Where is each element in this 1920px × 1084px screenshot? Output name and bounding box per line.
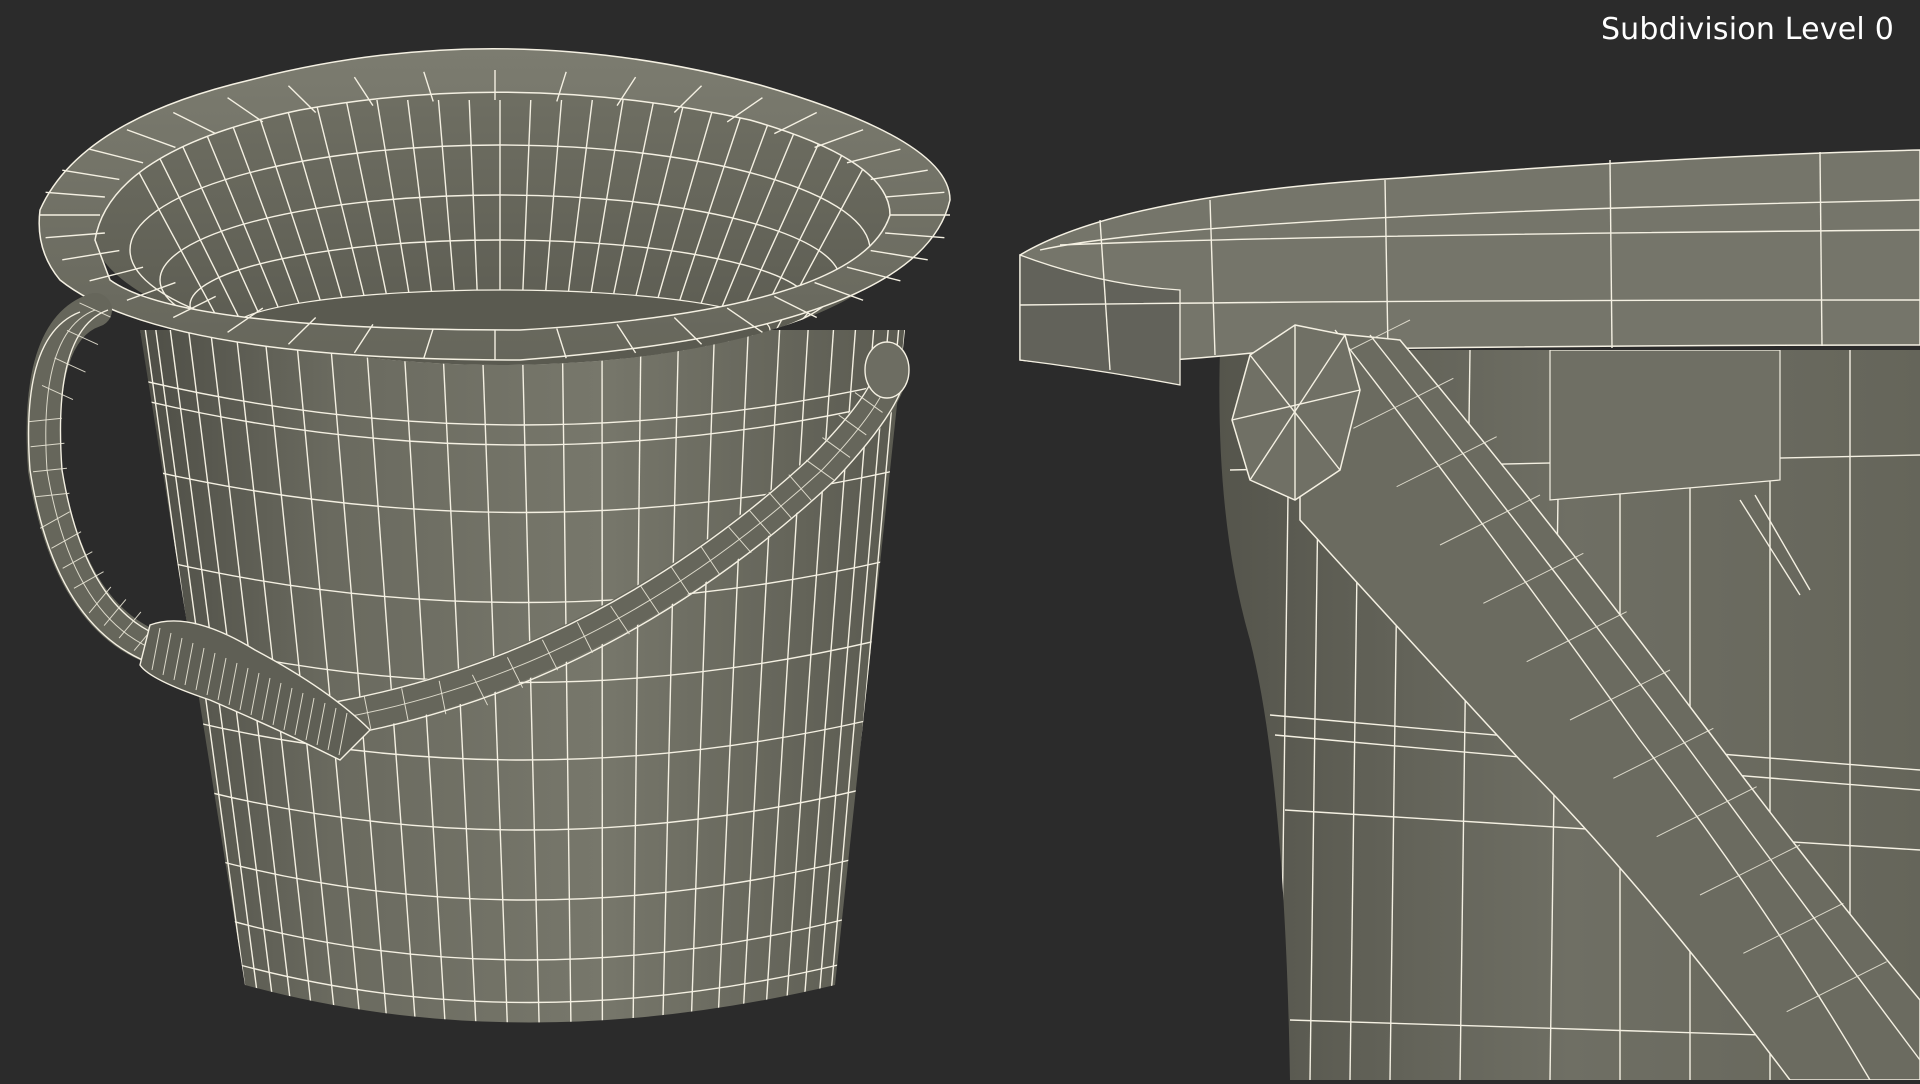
handle-hinge-knob xyxy=(865,342,909,398)
bucket-handle-closeup-view xyxy=(1020,150,1920,1080)
wireframe-render xyxy=(0,0,1920,1080)
subdivision-level-label: Subdivision Level 0 xyxy=(1601,12,1894,47)
bucket-full-view xyxy=(28,49,950,1060)
render-viewport: Subdivision Level 0 xyxy=(0,0,1920,1080)
